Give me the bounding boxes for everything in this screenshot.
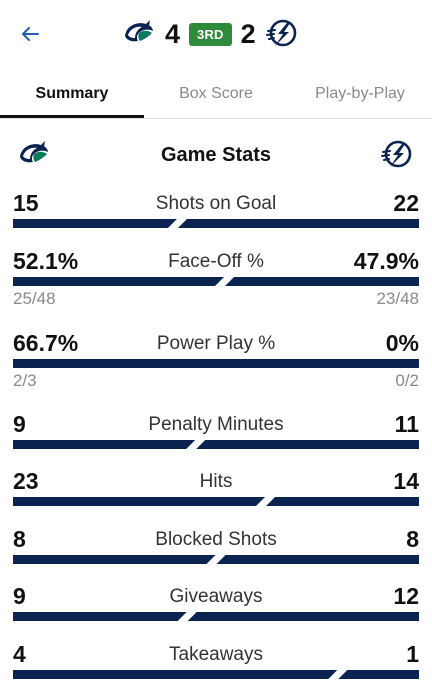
home-bar-segment bbox=[13, 497, 266, 506]
stat-label: Penalty Minutes bbox=[148, 414, 284, 435]
away-value: 8 bbox=[406, 526, 419, 552]
scoreboard: 4 3RD 2 bbox=[122, 16, 299, 52]
tab-summary[interactable]: Summary bbox=[0, 72, 144, 118]
away-bar-segment bbox=[196, 440, 419, 449]
home-bar-segment bbox=[13, 670, 338, 679]
lightning-bolt-logo bbox=[265, 19, 296, 47]
canucks-orca-logo bbox=[125, 20, 153, 42]
comparison-bar bbox=[13, 612, 419, 621]
away-sub-value: 0/2 bbox=[395, 371, 419, 390]
away-value: 14 bbox=[393, 468, 419, 494]
away-value: 11 bbox=[394, 411, 419, 437]
comparison-bar bbox=[13, 555, 419, 564]
game-stats-title: Game Stats bbox=[160, 144, 272, 166]
period-badge: 3RD bbox=[189, 22, 232, 46]
home-score: 4 bbox=[165, 18, 181, 49]
game-header: 4 3RD 2 bbox=[0, 0, 432, 70]
away-value: 22 bbox=[393, 190, 419, 216]
tab-box-score[interactable]: Box Score bbox=[144, 72, 288, 118]
away-value: 12 bbox=[393, 583, 419, 609]
comparison-bar bbox=[13, 219, 419, 228]
home-bar-segment bbox=[13, 612, 187, 621]
home-bar-segment bbox=[13, 219, 177, 228]
comparison-bar bbox=[13, 440, 419, 449]
away-value: 0% bbox=[385, 330, 419, 356]
game-stats-header: Game Stats bbox=[0, 138, 432, 174]
arrow-left-icon[interactable] bbox=[18, 22, 42, 46]
stat-label: Shots on Goal bbox=[155, 193, 277, 214]
away-bar-segment bbox=[216, 555, 419, 564]
comparison-bar bbox=[13, 670, 419, 679]
lightning-bolt-logo bbox=[381, 140, 412, 168]
home-sub-value: 25/48 bbox=[13, 289, 56, 308]
away-bar-segment bbox=[225, 277, 419, 286]
home-bar-segment bbox=[13, 359, 419, 368]
away-bar-segment bbox=[187, 612, 419, 621]
tab-play-by-play[interactable]: Play-by-Play bbox=[288, 72, 432, 118]
home-bar-segment bbox=[13, 440, 196, 449]
away-bar-segment bbox=[266, 497, 419, 506]
comparison-bar bbox=[13, 359, 419, 368]
comparison-bar bbox=[13, 277, 419, 286]
away-value: 1 bbox=[406, 641, 419, 667]
stat-label: Takeaways bbox=[169, 644, 263, 665]
home-sub-value: 2/3 bbox=[13, 371, 37, 390]
away-bar-segment bbox=[338, 670, 419, 679]
stat-label: Giveaways bbox=[169, 586, 263, 607]
away-value: 47.9% bbox=[353, 248, 419, 274]
home-bar-segment bbox=[13, 277, 225, 286]
stat-label: Power Play % bbox=[156, 333, 276, 354]
stat-label: Hits bbox=[199, 471, 233, 492]
home-bar-segment bbox=[13, 555, 216, 564]
away-sub-value: 23/48 bbox=[376, 289, 419, 308]
away-bar-segment bbox=[177, 219, 419, 228]
stat-label: Blocked Shots bbox=[155, 529, 277, 550]
comparison-bar bbox=[13, 497, 419, 506]
away-score: 2 bbox=[240, 18, 256, 49]
tab-bar: Summary Box Score Play-by-Play bbox=[0, 72, 432, 119]
